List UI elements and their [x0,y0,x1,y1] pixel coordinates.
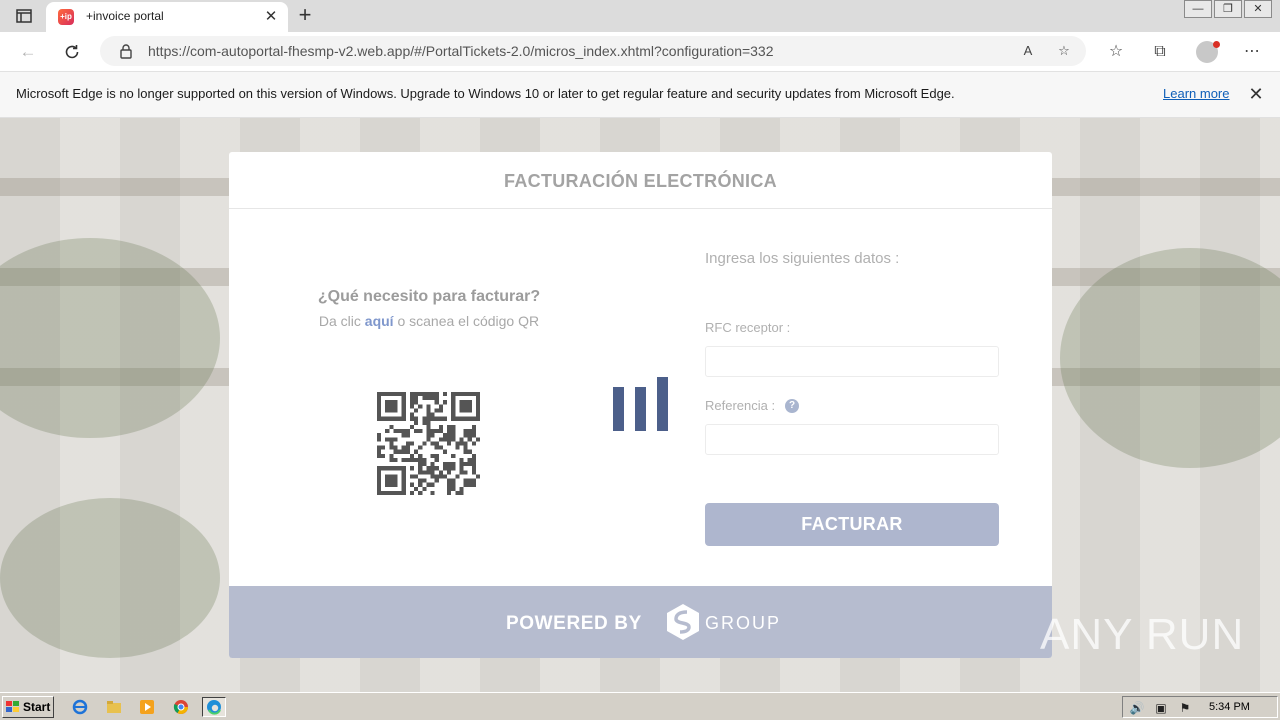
learn-more-link[interactable]: Learn more [1163,86,1229,101]
form-heading: Ingresa los siguientes datos : [705,250,900,267]
page-title: FACTURACIÓN ELECTRÓNICA [504,171,777,191]
windows-flag-icon [6,701,19,712]
media-player-icon[interactable] [135,697,159,717]
card-header: FACTURACIÓN ELECTRÓNICA [229,152,1052,209]
referencia-input[interactable] [705,424,999,455]
help-suffix: o scanea el código QR [393,313,540,329]
close-window-button[interactable]: ✕ [1244,0,1272,18]
powered-by-text: POWERED BY [506,613,642,634]
loading-spinner [613,377,669,431]
action-center-flag-icon[interactable]: ⚑ [1177,700,1193,716]
facturar-button[interactable]: FACTURAR [705,503,999,546]
brand-name: GROUP [705,613,782,633]
help-title: ¿Qué necesito para facturar? [317,288,541,305]
refresh-icon[interactable] [60,40,84,64]
start-label: Start [23,700,51,714]
profile-alert-dot [1213,41,1220,48]
tab-title: +invoice portal [86,9,164,23]
ie-icon[interactable] [68,697,92,717]
favorites-icon[interactable]: ☆ [1104,40,1128,64]
help-link[interactable]: aquí [365,313,394,329]
back-arrow-icon[interactable]: ← [16,40,40,64]
edge-icon[interactable] [202,697,226,717]
referencia-label: Referencia : [705,398,776,413]
window-controls: — ❐ ✕ [1182,0,1272,18]
minimize-button[interactable]: — [1184,0,1212,18]
lock-icon [120,44,132,59]
spinner-bar [657,377,668,431]
question-icon[interactable]: ? [785,399,799,413]
explorer-icon[interactable] [102,697,126,717]
qr-code-icon [377,392,480,495]
infobar-message: Microsoft Edge is no longer supported on… [16,86,955,101]
bg-palm [0,498,220,658]
brand-s-logo-icon [667,604,699,640]
tab-actions-icon [16,9,32,23]
close-infobar-icon[interactable]: ✕ [1246,84,1266,104]
chrome-icon[interactable] [169,697,193,717]
spinner-bar [613,387,624,431]
close-tab-icon[interactable]: ✕ [262,8,280,26]
unsupported-os-infobar: Microsoft Edge is no longer supported on… [0,72,1280,118]
collections-icon[interactable]: ⧉ [1148,40,1172,64]
active-tab[interactable]: +ip +invoice portal ✕ [46,2,288,32]
read-aloud-icon[interactable]: A [1018,41,1038,61]
start-button[interactable]: Start [2,696,54,718]
card-footer: POWERED BY GROUP [229,586,1052,658]
anyrun-watermark: ANY RUN [1040,610,1245,659]
clock: 5:34 PM [1209,701,1250,713]
browser-toolbar: ← https://com-autoportal-fhesmp-v2.web.a… [0,32,1280,72]
taskbar: Start 🔊 ▣ ⚑ 5:34 PM [0,692,1280,720]
add-favorite-icon[interactable]: ☆ [1054,41,1074,61]
invoice-card: FACTURACIÓN ELECTRÓNICA ¿Qué necesito pa… [229,152,1052,658]
new-tab-button[interactable]: + [294,4,316,27]
rfc-label: RFC receptor : [705,320,791,335]
address-bar[interactable]: https://com-autoportal-fhesmp-v2.web.app… [100,36,1086,66]
invoice-favicon-icon: +ip [58,9,74,25]
restore-button[interactable]: ❐ [1214,0,1242,18]
tab-actions-button[interactable] [10,6,38,26]
more-options-icon[interactable]: ⋯ [1240,40,1264,64]
spinner-bar [635,387,646,431]
volume-icon[interactable]: 🔊 [1129,700,1145,716]
profile-avatar[interactable] [1196,41,1220,63]
tab-strip: +ip +invoice portal ✕ + — ❐ ✕ [0,0,1280,32]
url-text[interactable]: https://com-autoportal-fhesmp-v2.web.app… [148,43,774,59]
help-prefix: Da clic [318,313,365,329]
help-subtitle: Da clic aquí o scanea el código QR [289,313,569,329]
rfc-input[interactable] [705,346,999,377]
network-icon[interactable]: ▣ [1153,700,1169,716]
page-background: FACTURACIÓN ELECTRÓNICA ¿Qué necesito pa… [0,118,1280,692]
system-tray: 🔊 ▣ ⚑ 5:34 PM [1122,696,1278,718]
